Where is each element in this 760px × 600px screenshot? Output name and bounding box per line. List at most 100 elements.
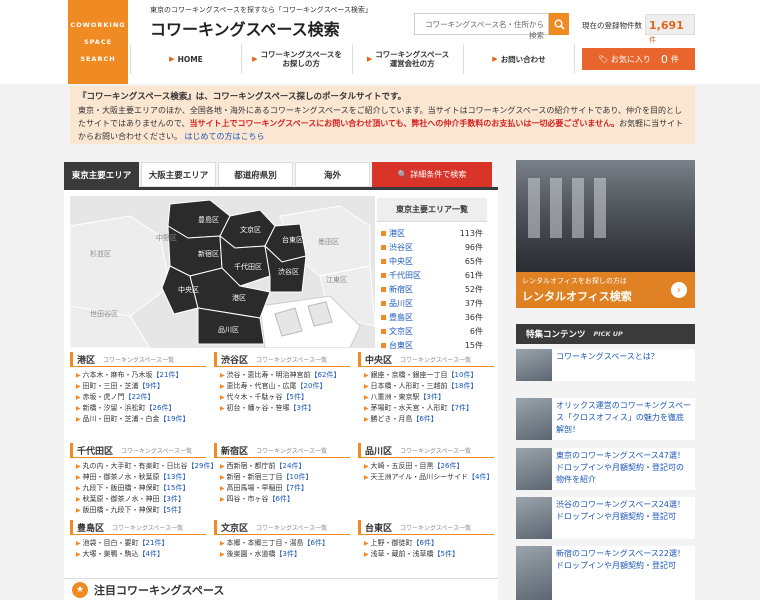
station-link[interactable]: ▶ 渋谷・恵比寿・明治神宮前【62件】 — [220, 370, 350, 381]
station-link[interactable]: ▶ 品川・田町・芝浦・白金【19件】 — [76, 414, 206, 425]
featured-thumbnail — [516, 349, 552, 381]
station-link[interactable]: ▶ 秋葉原・御茶ノ水・神田【3件】 — [76, 494, 206, 505]
station-link[interactable]: ▶ 後楽園・水道橋【3件】 — [220, 549, 350, 560]
section-title: 千代田区 — [77, 446, 114, 457]
station-link[interactable]: ▶ 新宿・新宿三丁目【10件】 — [220, 472, 350, 483]
nav-contact[interactable]: ▶ お問い合わせ — [463, 44, 575, 74]
station-count: 【3件】 — [289, 404, 315, 412]
area-list-item[interactable]: 台東区 15件 — [377, 338, 487, 352]
station-link[interactable]: ▶ 西新宿・都庁前【24件】 — [220, 461, 350, 472]
featured-item[interactable]: コワーキングスペースとは？ — [516, 349, 695, 381]
station-name: 八重洲・東京駅 — [370, 393, 420, 401]
featured-item[interactable]: オリックス運営のコワーキングスペース「クロスオフィス」の魅力を徹底解剖！ — [516, 398, 695, 440]
station-link[interactable]: ▶ 銀座・京橋・銀座一丁目【10件】 — [364, 370, 494, 381]
station-link[interactable]: ▶ 池袋・目白・要町【21件】 — [76, 538, 206, 549]
section-header[interactable]: 港区 コワーキングスペース一覧 — [70, 352, 206, 367]
station-name: 飯田橋・九段下・神保町 — [82, 506, 160, 514]
station-link[interactable]: ▶ 新橋・汐留・浜松町【26件】 — [76, 403, 206, 414]
section-header[interactable]: 品川区 コワーキングスペース一覧 — [358, 443, 494, 458]
area-list-item[interactable]: 渋谷区 96件 — [377, 240, 487, 254]
map-label: 豊島区 — [198, 215, 219, 224]
station-link[interactable]: ▶ 九段下・飯田橋・神保町【15件】 — [76, 483, 206, 494]
station-count-value: 5件 — [440, 550, 452, 558]
area-tabs: 東京主要エリア 大阪主要エリア 都道府県別 海外 🔍 詳細条件で検索 — [64, 162, 496, 187]
station-link[interactable]: ▶ 大塚・巣鴨・駒込【4件】 — [76, 549, 206, 560]
station-count: 【10件】 — [447, 371, 478, 379]
area-list-item[interactable]: 港区 113件 — [377, 226, 487, 240]
rental-line2: レンタルオフィス検索 — [522, 290, 632, 303]
map-label: 江東区 — [326, 275, 347, 284]
area-list-item[interactable]: 千代田区 61件 — [377, 268, 487, 282]
area-list-item[interactable]: 新宿区 52件 — [377, 282, 487, 296]
section-header[interactable]: 台東区 コワーキングスペース一覧 — [358, 520, 494, 535]
featured-item[interactable]: 東京のコワーキングスペース47選！ドロップインや月額契約・登記可の物件を紹介 — [516, 448, 695, 490]
nav-seekers[interactable]: ▶ コワーキングスペースを お探しの方 — [241, 44, 352, 74]
station-link[interactable]: ▶ 田町・三田・芝浦【9件】 — [76, 381, 206, 392]
area-name-text: 文京区 — [389, 326, 413, 336]
section-header[interactable]: 文京区 コワーキングスペース一覧 — [214, 520, 350, 535]
nav-operators[interactable]: ▶ コワーキングスペース 運営会社の方 — [352, 44, 463, 74]
station-link[interactable]: ▶ 初台・幡ヶ谷・笹塚【3件】 — [220, 403, 350, 414]
station-link[interactable]: ▶ 日本橋・人形町・三越前【18件】 — [364, 381, 494, 392]
tab-tokyo[interactable]: 東京主要エリア — [64, 162, 139, 187]
station-link[interactable]: ▶ 大崎・五反田・目黒【26件】 — [364, 461, 494, 472]
station-count: 【26件】 — [433, 462, 464, 470]
station-count-value: 7件 — [289, 484, 301, 492]
station-count: 【5件】 — [282, 393, 308, 401]
area-list: 東京主要エリア一覧 港区 113件 渋谷区 96件 中央区 65件 千代田区 61件 新宿区 52… — [377, 198, 487, 352]
station-name: 六本木・麻布・乃木坂 — [82, 371, 153, 379]
station-link[interactable]: ▶ 茅場町・水天宮・人形町【7件】 — [364, 403, 494, 414]
station-link[interactable]: ▶ 八重洲・東京駅【3件】 — [364, 392, 494, 403]
advanced-search-button[interactable]: 🔍 詳細条件で検索 — [372, 162, 492, 187]
featured-item[interactable]: 新宿のコワーキングスペース22選！ドロップインや月額契約・登記可 — [516, 546, 695, 600]
station-name: 恵比寿・代官山・広尾 — [226, 382, 297, 390]
area-count: 6件 — [469, 326, 483, 336]
featured-sub: PICK UP — [593, 330, 623, 338]
tab-overseas[interactable]: 海外 — [295, 162, 370, 187]
tab-osaka[interactable]: 大阪主要エリア — [141, 162, 216, 187]
section-header[interactable]: 新宿区 コワーキングスペース一覧 — [214, 443, 350, 458]
tab-prefecture[interactable]: 都道府県別 — [218, 162, 293, 187]
area-list-item[interactable]: 文京区 6件 — [377, 324, 487, 338]
station-link[interactable]: ▶ 赤坂・虎ノ門【22件】 — [76, 392, 206, 403]
beginners-link[interactable]: はじめての方はこちら — [185, 132, 265, 141]
station-link[interactable]: ▶ 飯田橋・九段下・神保町【5件】 — [76, 505, 206, 516]
section-header[interactable]: 渋谷区 コワーキングスペース一覧 — [214, 352, 350, 367]
area-list-title: 東京主要エリア一覧 — [377, 198, 487, 222]
window-image — [594, 178, 606, 238]
featured-item[interactable]: 渋谷のコワーキングスペース24選！ドロップインや月額契約・登記可 — [516, 497, 695, 539]
area-list-item[interactable]: 豊島区 36件 — [377, 310, 487, 324]
area-list-item[interactable]: 品川区 37件 — [377, 296, 487, 310]
search-input[interactable]: コワーキングスペース名・住所から検索 — [414, 13, 549, 40]
section-header[interactable]: 千代田区 コワーキングスペース一覧 — [70, 443, 206, 458]
station-link[interactable]: ▶ 勝どき・月島【6件】 — [364, 414, 494, 425]
area-list-item[interactable]: 中央区 65件 — [377, 254, 487, 268]
favorites-button[interactable]: 🏷 お気に入り 0 件 — [582, 48, 695, 70]
site-title[interactable]: コワーキングスペース検索 — [150, 16, 340, 40]
station-link[interactable]: ▶ 高田馬場・早稲田【7件】 — [220, 483, 350, 494]
search-button[interactable] — [549, 13, 569, 35]
station-link[interactable]: ▶ 神田・御茶ノ水・秋葉原【13件】 — [76, 472, 206, 483]
station-link[interactable]: ▶ 上野・御徒町【6件】 — [364, 538, 494, 549]
station-name: 西新宿・都庁前 — [226, 462, 276, 470]
site-logo[interactable]: COWORKING SPACE SEARCH — [68, 0, 128, 84]
station-count: 【6件】 — [412, 415, 438, 423]
station-link[interactable]: ▶ 浅草・蔵前・浅草橋【5件】 — [364, 549, 494, 560]
rental-office-banner[interactable]: レンタルオフィスをお探しの方は レンタルオフィス検索 › — [516, 160, 695, 308]
station-count-value: 10件 — [454, 371, 471, 379]
area-section: 新宿区 コワーキングスペース一覧 ▶ 西新宿・都庁前【24件】 ▶ 新宿・新宿三丁目【… — [214, 443, 350, 505]
square-bullet-icon — [381, 286, 386, 292]
section-header[interactable]: 豊島区 コワーキングスペース一覧 — [70, 520, 206, 535]
station-count-value: 19件 — [166, 415, 183, 423]
station-link[interactable]: ▶ 六本木・麻布・乃木坂【21件】 — [76, 370, 206, 381]
station-link[interactable]: ▶ 丸の内・大手町・有楽町・日比谷【29件】 — [76, 461, 217, 472]
station-link[interactable]: ▶ 本郷・本郷三丁目・湯島【6件】 — [220, 538, 350, 549]
map-label: 品川区 — [218, 326, 239, 334]
section-header[interactable]: 中央区 コワーキングスペース一覧 — [358, 352, 494, 367]
station-link[interactable]: ▶ 天王洲アイル・品川シーサイド【4件】 — [364, 472, 494, 483]
station-name: 丸の内・大手町・有楽町・日比谷 — [82, 462, 188, 470]
station-link[interactable]: ▶ 代々木・千駄ヶ谷【5件】 — [220, 392, 350, 403]
nav-home[interactable]: ▶ HOME — [130, 44, 241, 74]
station-link[interactable]: ▶ 恵比寿・代官山・広尾【20件】 — [220, 381, 350, 392]
station-link[interactable]: ▶ 四谷・市ヶ谷【6件】 — [220, 494, 350, 505]
